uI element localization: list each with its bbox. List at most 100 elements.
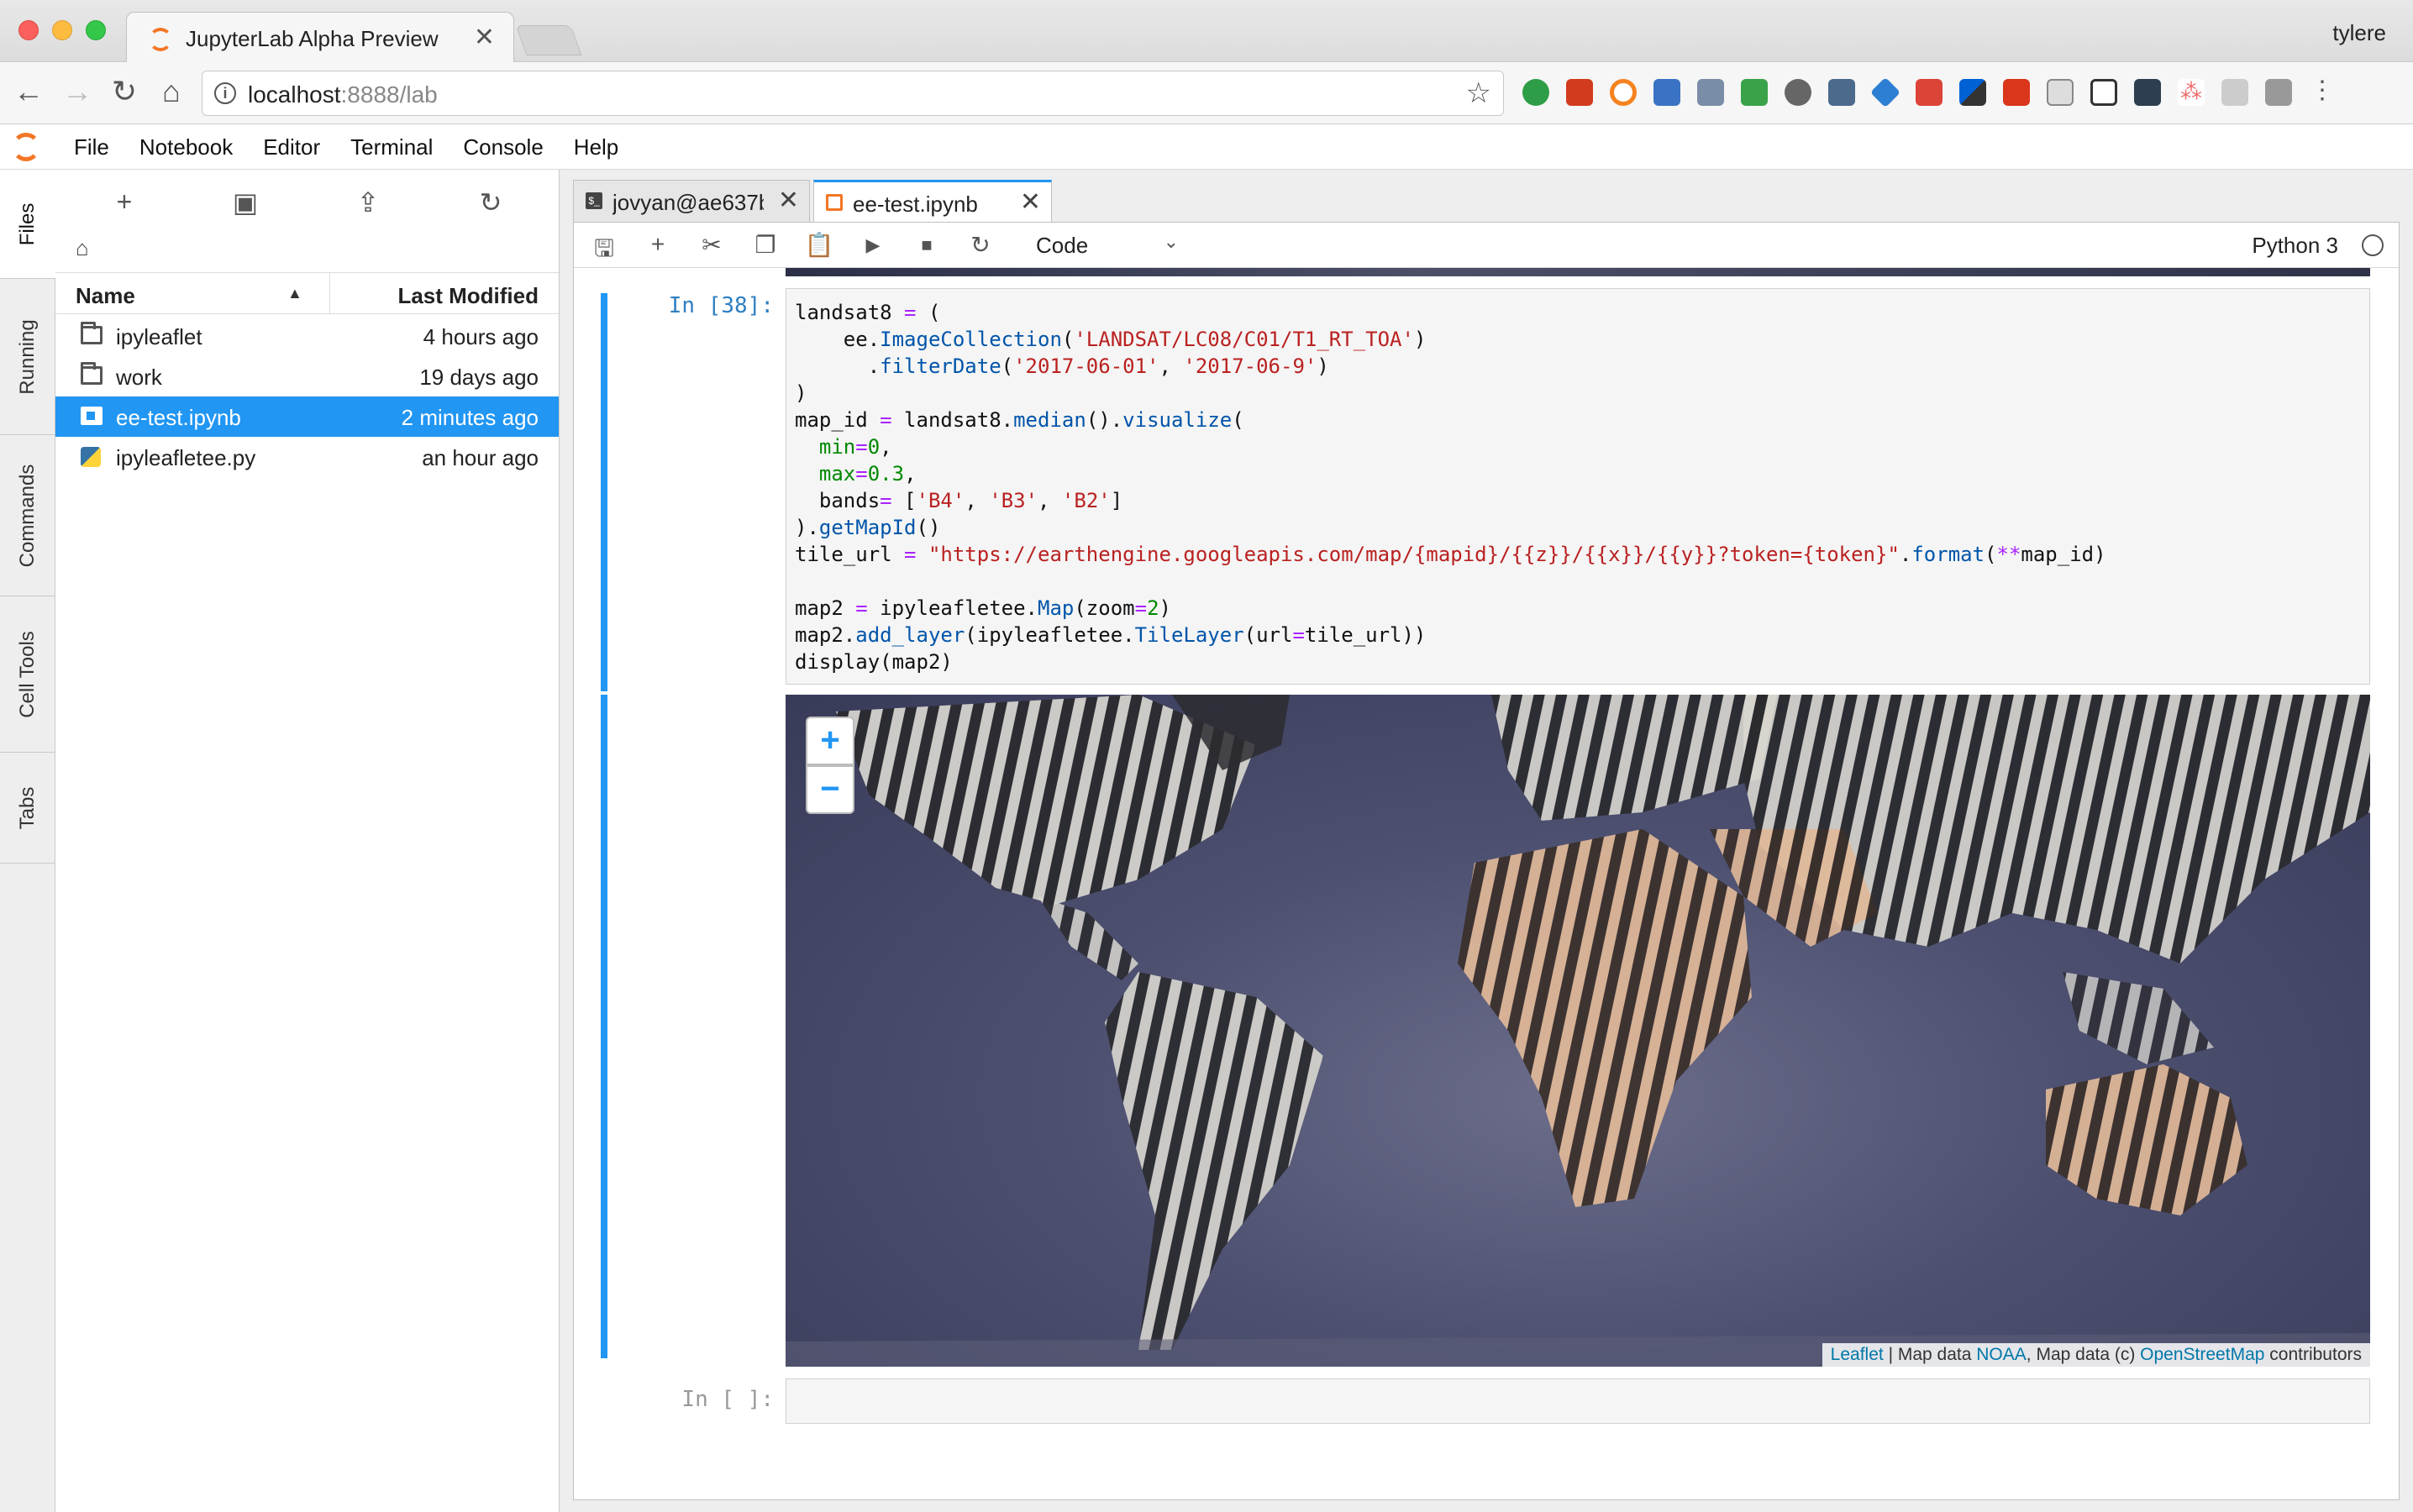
column-header-last-modified[interactable]: Last Modified bbox=[397, 283, 539, 309]
file-list-header: Name ▲ Last Modified bbox=[55, 272, 559, 315]
extension-check-icon[interactable] bbox=[1522, 79, 1549, 106]
run-icon[interactable]: ▶ bbox=[856, 234, 890, 256]
rail-tab-commands[interactable]: Commands bbox=[0, 435, 55, 596]
new-launcher-plus-icon[interactable]: + bbox=[106, 186, 143, 218]
forward-arrow-icon[interactable]: → bbox=[59, 74, 96, 109]
landmass-africa bbox=[1458, 829, 1752, 1207]
input-prompt-empty: In [ ]: bbox=[681, 1387, 774, 1412]
extension-expand-icon[interactable] bbox=[2090, 79, 2117, 106]
back-arrow-icon[interactable]: ← bbox=[10, 74, 47, 109]
code-cell-editor[interactable]: landsat8 = ( ee.ImageCollection('LANDSAT… bbox=[786, 288, 2370, 685]
tab-close-button[interactable]: ✕ bbox=[1020, 187, 1041, 217]
menu-notebook[interactable]: Notebook bbox=[139, 134, 233, 160]
tab-terminal[interactable]: $_ jovyan@ae637b ✕ bbox=[573, 180, 810, 222]
map-zoom-in-button[interactable]: + bbox=[806, 717, 854, 765]
landmass-south-america bbox=[1105, 972, 1323, 1350]
extension-new-icon[interactable] bbox=[1741, 79, 1768, 106]
bookmark-star-icon[interactable]: ☆ bbox=[1466, 76, 1491, 110]
extension-diamond-icon[interactable] bbox=[1869, 76, 1901, 108]
new-folder-icon[interactable]: ▣ bbox=[227, 186, 264, 218]
reload-icon[interactable]: ↻ bbox=[106, 74, 143, 109]
rail-tab-files[interactable]: Files bbox=[0, 170, 56, 279]
paste-icon[interactable]: 📋 bbox=[802, 231, 836, 259]
extension-monitor-icon[interactable] bbox=[1697, 79, 1724, 106]
extension-sd-icon[interactable] bbox=[1566, 79, 1593, 106]
file-modified: 19 days ago bbox=[419, 365, 539, 390]
rail-tab-running[interactable]: Running bbox=[0, 279, 55, 435]
attribution-osm-link[interactable]: OpenStreetMap bbox=[2140, 1345, 2264, 1364]
rail-tab-tabs[interactable]: Tabs bbox=[0, 753, 55, 864]
cut-icon[interactable]: ✂ bbox=[695, 231, 728, 259]
extension-todoist-icon[interactable] bbox=[1916, 79, 1942, 106]
window-close-button[interactable] bbox=[18, 20, 39, 40]
extension-lines-icon[interactable] bbox=[2221, 79, 2248, 106]
site-info-icon[interactable]: i bbox=[214, 82, 236, 104]
file-row-ipyleaflet[interactable]: ipyleaflet 4 hours ago bbox=[55, 316, 559, 356]
extension-gray-icon[interactable] bbox=[2265, 79, 2292, 106]
cell-type-dropdown[interactable]: Code ⌄ bbox=[1036, 231, 1179, 259]
file-row-work[interactable]: work 19 days ago bbox=[55, 356, 559, 396]
restart-kernel-icon[interactable]: ↻ bbox=[964, 231, 997, 259]
extension-scissors-icon[interactable] bbox=[1828, 79, 1855, 106]
folder-icon bbox=[81, 322, 103, 344]
code-text: landsat8 = ( ee.ImageCollection('LANDSAT… bbox=[795, 301, 2106, 674]
active-cell-indicator[interactable] bbox=[601, 293, 607, 691]
browser-profile-name[interactable]: tylere bbox=[2332, 20, 2386, 46]
copy-icon[interactable]: ❐ bbox=[749, 231, 782, 259]
file-modified: 2 minutes ago bbox=[401, 405, 539, 430]
notebook-content[interactable]: In [38]: landsat8 = ( ee.ImageCollection… bbox=[574, 268, 2399, 1499]
extension-calendar-icon[interactable] bbox=[1653, 79, 1680, 106]
extension-ring-icon[interactable] bbox=[1610, 79, 1637, 106]
chrome-menu-icon[interactable]: ⋮ bbox=[2309, 78, 2336, 106]
extension-notifier-icon[interactable] bbox=[2003, 79, 2030, 106]
menu-terminal[interactable]: Terminal bbox=[350, 134, 433, 160]
extension-bulb-icon[interactable] bbox=[1785, 79, 1811, 106]
insert-cell-icon[interactable]: + bbox=[641, 231, 675, 258]
menu-editor[interactable]: Editor bbox=[263, 134, 320, 160]
jupyter-logo-icon bbox=[12, 133, 40, 161]
menu-help[interactable]: Help bbox=[574, 134, 618, 160]
map-zoom-out-button[interactable]: − bbox=[806, 765, 854, 814]
kernel-name[interactable]: Python 3 bbox=[2252, 233, 2338, 259]
menu-console[interactable]: Console bbox=[463, 134, 543, 160]
cell-type-value: Code bbox=[1036, 233, 1089, 258]
previous-output-strip bbox=[786, 268, 2370, 276]
extension-dropbox-icon[interactable] bbox=[1959, 79, 1986, 106]
sort-ascending-icon[interactable]: ▲ bbox=[287, 285, 302, 302]
landmass-europe bbox=[1491, 695, 1777, 821]
extension-icons: ⁂ ⋮ bbox=[1522, 76, 2336, 109]
empty-code-cell-editor[interactable] bbox=[786, 1378, 2370, 1424]
window-maximize-button[interactable] bbox=[86, 20, 106, 40]
leaflet-map-output[interactable]: + − Leaflet | Map data NOAA, Map data (c… bbox=[786, 695, 2370, 1367]
column-header-name[interactable]: Name bbox=[76, 283, 135, 309]
output-collapser[interactable] bbox=[601, 695, 607, 1358]
refresh-icon[interactable]: ↻ bbox=[472, 186, 509, 218]
window-minimize-button[interactable] bbox=[52, 20, 72, 40]
tab-notebook[interactable]: ee-test.ipynb ✕ bbox=[813, 180, 1052, 222]
browser-tab-close-button[interactable]: ✕ bbox=[474, 23, 495, 52]
rail-label-tabs: Tabs bbox=[16, 786, 39, 829]
file-modified: 4 hours ago bbox=[423, 324, 539, 349]
url-text: localhost:8888/lab bbox=[248, 81, 438, 108]
tab-close-button[interactable]: ✕ bbox=[778, 186, 799, 215]
browser-tab-jupyterlab[interactable]: JupyterLab Alpha Preview ✕ bbox=[126, 12, 514, 64]
file-row-ipyleafletee-py[interactable]: ipyleafletee.py an hour ago bbox=[55, 437, 559, 477]
home-folder-icon[interactable]: ⌂ bbox=[76, 235, 89, 261]
menu-file[interactable]: File bbox=[74, 134, 109, 160]
new-tab-button[interactable] bbox=[515, 25, 582, 55]
upload-icon[interactable]: ⇪ bbox=[350, 186, 386, 218]
attribution-leaflet-link[interactable]: Leaflet bbox=[1831, 1345, 1884, 1364]
file-name: work bbox=[116, 365, 162, 390]
save-icon[interactable]: 🖫 bbox=[587, 231, 621, 271]
extension-doc-icon[interactable] bbox=[2047, 79, 2074, 106]
file-row-ee-test-ipynb[interactable]: ee-test.ipynb 2 minutes ago bbox=[55, 396, 559, 437]
home-icon[interactable]: ⌂ bbox=[153, 74, 190, 109]
extension-code-icon[interactable] bbox=[2134, 79, 2161, 106]
column-divider[interactable] bbox=[329, 273, 330, 315]
dock-tab-bar: $_ jovyan@ae637b ✕ ee-test.ipynb ✕ bbox=[573, 180, 1055, 222]
stop-icon[interactable]: ■ bbox=[910, 234, 944, 256]
attribution-noaa-link[interactable]: NOAA bbox=[1976, 1345, 2027, 1364]
rail-tab-cell-tools[interactable]: Cell Tools bbox=[0, 596, 55, 753]
address-bar[interactable]: i localhost:8888/lab ☆ bbox=[202, 71, 1504, 116]
extension-asana-icon[interactable]: ⁂ bbox=[2178, 79, 2205, 106]
